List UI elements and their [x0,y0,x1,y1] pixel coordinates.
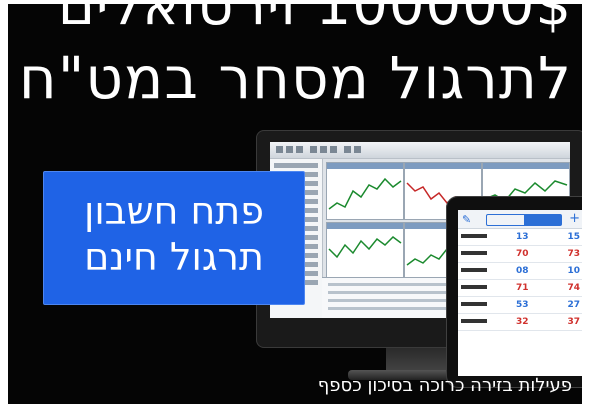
tablet-quotes-screen: ✎ + 13 15 70 73 08 10 71 74 53 27 32 37 [458,210,582,376]
quote-row: 71 74 [458,280,582,297]
bid-price: 53 [516,300,529,310]
edit-icon: ✎ [462,213,472,226]
quote-row: 32 37 [458,314,582,331]
headline-line-1: 100000$ וירטואלים [57,4,572,38]
bid-price: 32 [516,317,529,327]
ask-price: 10 [567,266,580,276]
bid-price: 70 [516,249,529,259]
ask-price: 74 [567,283,580,293]
bid-price: 08 [516,266,529,276]
tablet-illustration: ✎ + 13 15 70 73 08 10 71 74 53 27 32 37 [446,196,582,388]
add-icon: + [569,211,580,226]
cta-line-1: פתח חשבון [83,189,265,233]
chart-window [326,222,404,278]
ask-price: 27 [567,300,580,310]
view-toggle [486,214,562,226]
headline-line-2: לתרגול מסחר במט"ח [18,44,572,112]
tablet-header: ✎ + [458,210,582,229]
cta-line-2: תרגול חינם [84,235,264,279]
bid-price: 13 [516,232,529,242]
bid-price: 71 [516,283,529,293]
quote-row: 13 15 [458,229,582,246]
ask-price: 15 [567,232,580,242]
open-demo-account-button[interactable]: פתח חשבון תרגול חינם [43,171,305,305]
quote-row: 53 27 [458,297,582,314]
ask-price: 73 [567,249,580,259]
chart-window [326,162,404,220]
platform-toolbar [270,142,570,159]
quote-row: 70 73 [458,246,582,263]
ask-price: 37 [567,317,580,327]
quote-row: 08 10 [458,263,582,280]
risk-disclaimer: פעילות בזירה כרוכה בסיכון כספף [317,375,572,396]
ad-banner[interactable]: 100000$ וירטואלים לתרגול מסחר במט"ח ✎ + … [8,4,582,404]
